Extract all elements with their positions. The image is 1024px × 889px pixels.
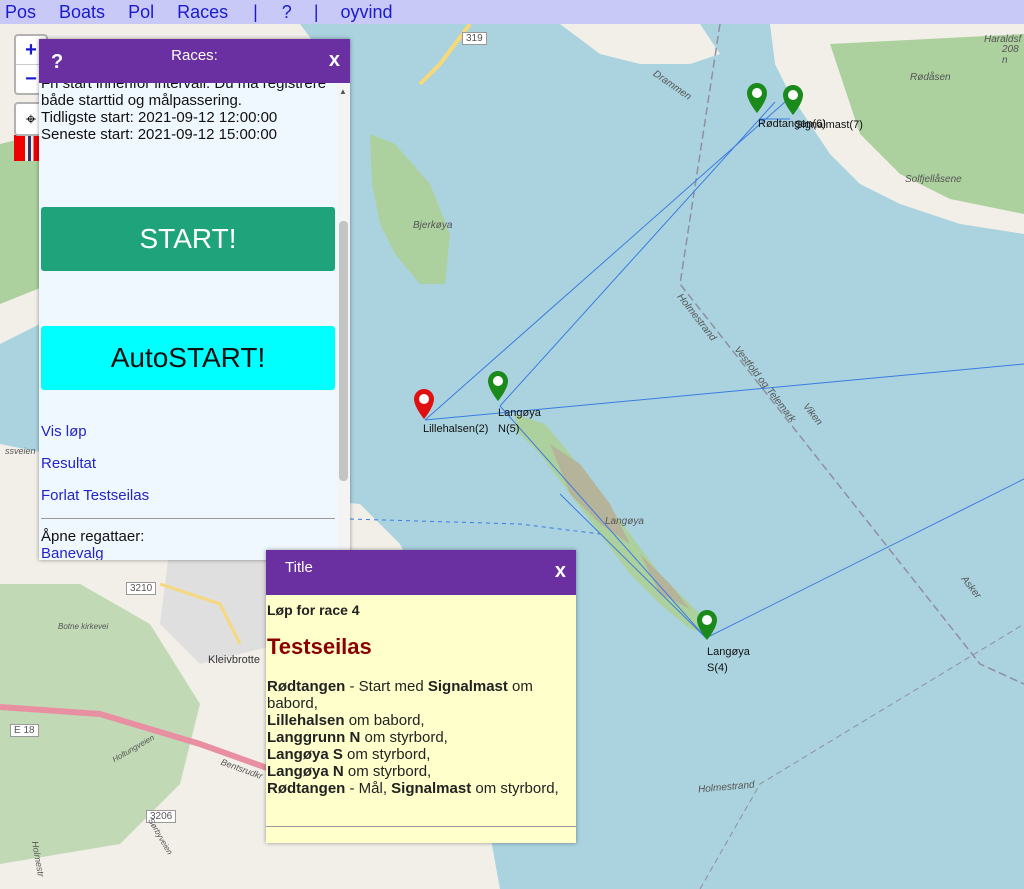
nav-help[interactable]: ? xyxy=(282,2,292,23)
course-mark-instruction: om styrbord, xyxy=(342,746,431,763)
map-label-haraldsf-height: 208 n xyxy=(1002,44,1019,66)
nav-pol[interactable]: Pol xyxy=(128,2,154,23)
nav-separator: | xyxy=(253,1,258,22)
races-close-button[interactable]: x xyxy=(329,49,340,72)
course-list: Rødtangen - Start med Signalmast om babo… xyxy=(267,678,567,797)
marker-lillehalsen-label: Lillehalsen(2) xyxy=(423,423,489,435)
vis-lop-link[interactable]: Vis løp xyxy=(41,423,87,440)
road-e18: E 18 xyxy=(10,724,39,737)
nav-races[interactable]: Races xyxy=(177,2,228,23)
race-label: Løp for race 4 xyxy=(267,602,360,618)
map-label-ssveien: ssveien xyxy=(5,446,36,456)
marker-signalmast-pin[interactable] xyxy=(782,84,804,116)
course-item: Lillehalsen om babord, xyxy=(267,712,567,729)
top-nav-bar: Pos Boats Pol Races | ? | oyvind xyxy=(0,0,1024,24)
road-3210: 3210 xyxy=(126,582,157,595)
course-mark-name: Signalmast xyxy=(427,678,508,695)
nav-pos[interactable]: Pos xyxy=(5,2,36,23)
course-info-header: Title x xyxy=(266,550,576,595)
course-item: Langøya S om styrbord, xyxy=(267,746,567,763)
course-info-close-button[interactable]: x xyxy=(555,560,566,583)
marker-langoya-s-label: Langøya S(4) xyxy=(707,646,750,674)
marker-rodtangen-pin[interactable] xyxy=(746,82,768,114)
course-item: Rødtangen - Start med Signalmast om babo… xyxy=(267,678,567,712)
race-info-text: Fri start innenfor intervall. Du må regi… xyxy=(41,83,327,143)
forlat-testseilas-link[interactable]: Forlat Testseilas xyxy=(41,487,149,504)
races-scrollbar[interactable]: ▲ xyxy=(337,83,350,560)
map-label-bjerkoya: Bjerkøya xyxy=(413,220,453,231)
divider xyxy=(41,518,335,519)
course-mark-instruction: om babord, xyxy=(344,712,425,729)
nav-user[interactable]: oyvind xyxy=(341,2,393,23)
marker-langoya-s-pin[interactable] xyxy=(696,609,718,641)
course-mark-name: Langøya S xyxy=(267,746,343,763)
map-label-solfjellasene: Solfjellåsene xyxy=(905,174,962,185)
course-mark-name: Langgrunn N xyxy=(267,729,361,746)
autostart-button[interactable]: AutoSTART! xyxy=(41,326,335,390)
races-panel-title: Races: xyxy=(171,47,218,64)
course-mark-name: Signalmast xyxy=(391,780,472,797)
races-panel-body[interactable]: Fri start innenfor intervall. Du må regi… xyxy=(39,83,337,560)
map-label-rodasen: Rødåsen xyxy=(910,72,951,83)
flag-icon[interactable] xyxy=(14,135,42,161)
open-regattas-label: Åpne regattaer: xyxy=(41,528,145,545)
course-mark-instruction: om styrbord, xyxy=(471,780,559,797)
course-mark-instruction: - Mål, xyxy=(345,780,392,797)
course-mark-name: Lillehalsen xyxy=(267,712,345,729)
course-item: Langøya N om styrbord, xyxy=(267,763,567,780)
marker-signalmast-label: Signalmast(7) xyxy=(795,119,863,131)
course-item: Rødtangen - Mål, Signalmast om styrbord, xyxy=(267,780,567,797)
marker-lillehalsen-pin[interactable] xyxy=(413,388,435,420)
course-item: Langgrunn N om styrbord, xyxy=(267,729,567,746)
races-panel-header: ? Races: x xyxy=(39,39,350,83)
marker-langoya-n-pin[interactable] xyxy=(487,370,509,402)
nav-separator: | xyxy=(313,1,319,22)
course-mark-instruction: om styrbord, xyxy=(343,763,432,780)
banevalg-link[interactable]: Banevalg xyxy=(41,545,104,560)
nav-boats[interactable]: Boats xyxy=(59,2,105,23)
scrollbar-thumb[interactable] xyxy=(339,221,348,481)
map-label-kleivbrotte: Kleivbrotte xyxy=(208,654,260,666)
course-info-panel: Title x Løp for race 4 Testseilas Rødtan… xyxy=(266,550,576,843)
marker-langoya-n-label: Langøya N(5) xyxy=(498,407,541,435)
course-mark-instruction: om styrbord, xyxy=(360,729,448,746)
divider xyxy=(266,826,576,827)
course-mark-name: Rødtangen xyxy=(267,780,346,797)
course-mark-name: Langøya N xyxy=(267,763,344,780)
race-heading: Testseilas xyxy=(267,634,372,659)
crosshair-icon: ⌖ xyxy=(25,109,37,129)
course-info-title: Title xyxy=(285,559,313,576)
races-panel: ? Races: x Fri start innenfor intervall.… xyxy=(39,39,350,560)
course-mark-name: Rødtangen xyxy=(267,678,346,695)
course-mark-instruction: - Start med xyxy=(345,678,428,695)
resultat-link[interactable]: Resultat xyxy=(41,455,96,472)
map-label-langoya: Langøya xyxy=(605,516,644,527)
start-button[interactable]: START! xyxy=(41,207,335,271)
scroll-up-icon[interactable]: ▲ xyxy=(339,87,347,96)
road-319: 319 xyxy=(462,32,487,45)
map-label-botne: Botne kirkevei xyxy=(58,622,109,631)
course-info-body: Løp for race 4 Testseilas Rødtangen - St… xyxy=(267,602,567,797)
